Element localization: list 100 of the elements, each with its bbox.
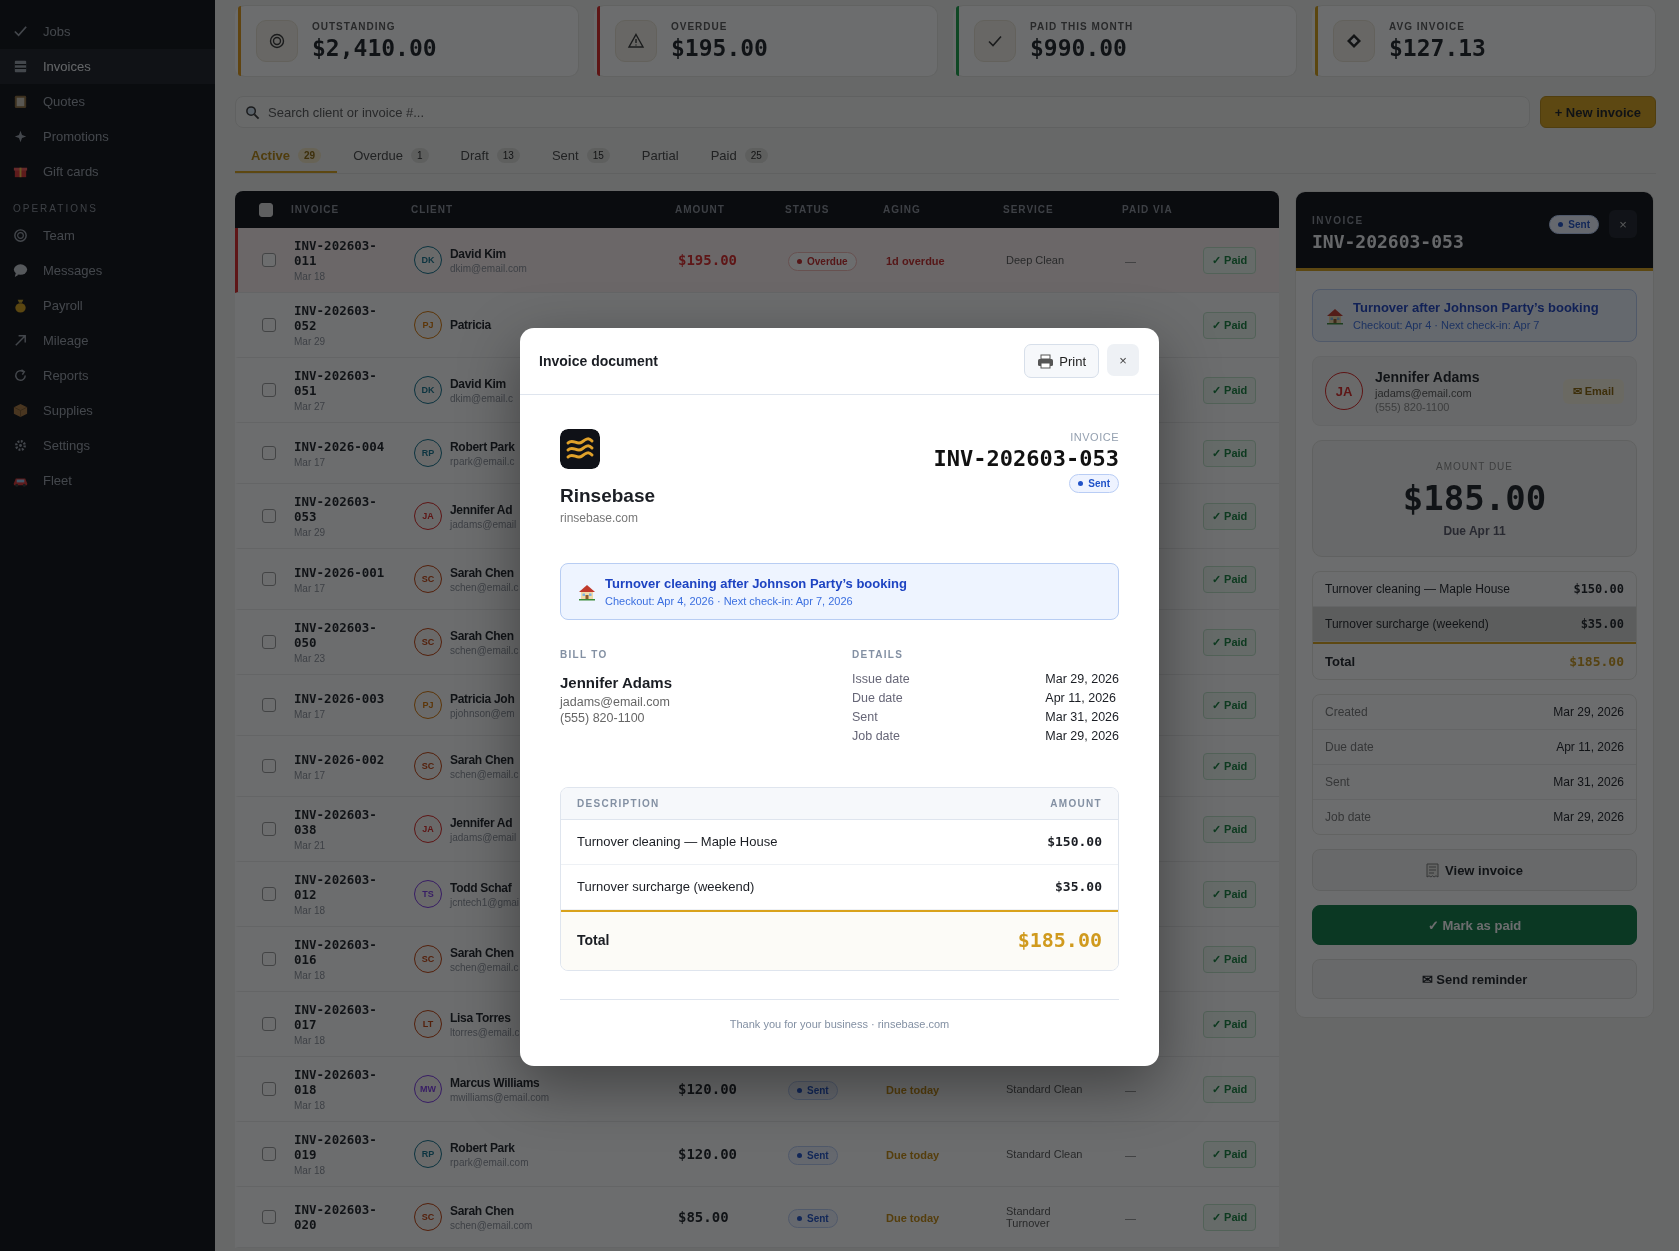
total-label: Total [1325, 654, 1356, 669]
client-avatar: JA [414, 502, 442, 530]
status-badge: Sent [1069, 474, 1119, 493]
paid-via: — [1125, 1084, 1136, 1096]
client-name: Jennifer Adams [1375, 369, 1481, 385]
status-badge: Overdue [788, 251, 857, 271]
column-header: DESCRIPTION [577, 798, 660, 809]
detail-label: Issue date [852, 672, 911, 686]
booking-title: Turnover after Johnson Party’s booking [1353, 300, 1599, 315]
client-name: Patricia [450, 318, 491, 332]
total-label: Total [577, 932, 610, 948]
stat-value: $195.00 [671, 35, 768, 61]
line-description: Turnover cleaning — Maple House [577, 834, 778, 849]
count-badge: 15 [586, 148, 610, 163]
invoice-number: INV-202603-038 [294, 807, 378, 837]
client-name: Marcus Williams [450, 1075, 541, 1090]
amount-due-value: $185.00 [1402, 478, 1547, 518]
client-name: Robert Park [450, 1140, 516, 1155]
client-avatar: JA [1325, 372, 1363, 410]
booking-dates: Checkout: Apr 4, 2026 · Next check-in: Apr 7, 2026 [605, 595, 854, 607]
detail-value: Mar 29, 2026 [1045, 729, 1119, 743]
invoice-number: INV-202603-018 [294, 1067, 378, 1097]
invoice-number: INV-202603-016 [294, 937, 378, 967]
line-description: Turnover surcharge (weekend) [577, 879, 755, 894]
document-label: INVOICE [1070, 431, 1119, 443]
status-badge: Sent [788, 1080, 838, 1100]
paid-via: — [1125, 255, 1136, 267]
total-amount: $185.00 [1017, 928, 1102, 952]
stat-value: $127.13 [1389, 35, 1486, 61]
client-phone: (555) 820-1100 [560, 711, 646, 725]
stat-label: OVERDUE [671, 21, 729, 32]
brand-name: Rinsebase [560, 485, 656, 507]
client-name: Patricia Joh [450, 691, 515, 706]
client-avatar: DK [414, 376, 442, 404]
client-name: Jennifer Adams [560, 674, 673, 691]
detail-label: Sent [852, 710, 879, 724]
client-email: jadams@email.com [560, 695, 671, 709]
client-avatar: SC [414, 752, 442, 780]
client-name: Sarah Chen [450, 628, 515, 643]
client-name: Lisa Torres [450, 1010, 512, 1025]
service-name: Deep Clean [1006, 254, 1066, 266]
invoice-number: INV-2026-002 [294, 751, 386, 767]
service-name: Standard Clean [1006, 1083, 1084, 1095]
count-badge: 13 [496, 148, 520, 163]
aging-text: Due today [886, 1212, 940, 1224]
date-value: Mar 29, 2026 [1553, 810, 1624, 824]
stat-value: $990.00 [1030, 35, 1128, 61]
client-name: Sarah Chen [450, 752, 515, 767]
detail-value: Apr 11, 2026 [1045, 691, 1117, 705]
total-amount: $185.00 [1569, 654, 1624, 669]
invoice-number: INV-202603-050 [294, 620, 378, 650]
stat-value: $2,410.00 [312, 35, 437, 61]
client-name: David Kim [450, 246, 507, 261]
client-name: Sarah Chen [450, 945, 515, 960]
count-badge: 29 [298, 148, 322, 163]
date-value: Apr 11, 2026 [1556, 740, 1624, 754]
client-avatar: MW [414, 1075, 442, 1103]
amount: $120.00 [678, 1081, 737, 1097]
amount: $85.00 [678, 1209, 729, 1225]
line-amount: $35.00 [1055, 879, 1102, 894]
line-item: Turnover surcharge (weekend) $35.00 [1313, 607, 1636, 642]
date-value: Mar 31, 2026 [1553, 775, 1624, 789]
paid-via: — [1125, 1149, 1136, 1161]
invoice-number: INV-2026-003 [294, 690, 386, 706]
invoice-number: INV-202603-053 [294, 494, 378, 524]
client-avatar: LT [414, 1010, 442, 1038]
status-badge: Sent [788, 1145, 838, 1165]
invoice-number: INV-2026-001 [294, 564, 386, 580]
client-name: Robert Park [450, 439, 515, 454]
invoice-number: INV-202603-011 [294, 238, 378, 268]
detail-value: Mar 31, 2026 [1045, 710, 1119, 724]
invoice-number: INV-202603-020 [294, 1202, 378, 1232]
stat-label: AVG INVOICE [1389, 21, 1466, 32]
client-name: David Kim [450, 376, 507, 391]
client-avatar: RP [414, 439, 442, 467]
stat-label: PAID THIS MONTH [1030, 21, 1134, 32]
status-badge: Sent [788, 1208, 838, 1228]
booking-dates: Checkout: Apr 4 · Next check-in: Apr 7 [1353, 319, 1541, 331]
amount: $195.00 [678, 252, 737, 268]
stat-label: OUTSTANDING [312, 21, 397, 32]
client-avatar: PJ [414, 311, 442, 339]
booking-title: Turnover cleaning after Johnson Party’s booking [605, 576, 907, 591]
invoice-number: INV-202603-019 [294, 1132, 378, 1162]
due-date: Due Apr 11 [1443, 524, 1506, 538]
client-name: Sarah Chen [450, 1203, 515, 1218]
invoice-number: INV-202603-017 [294, 1002, 378, 1032]
footer-note: Thank you for your business · rinsebase.com [560, 999, 1119, 1042]
aging-text: 1d overdue [886, 255, 945, 267]
count-badge: 1 [411, 148, 429, 163]
client-avatar: RP [414, 1140, 442, 1168]
line-amount: $150.00 [1047, 834, 1102, 849]
client-name: Jennifer Ad [450, 815, 514, 830]
invoice-number: INV-202603-052 [294, 303, 378, 333]
amount: $120.00 [678, 1146, 737, 1162]
date-value: Mar 29, 2026 [1553, 705, 1624, 719]
column-header: AMOUNT [1050, 798, 1102, 809]
client-avatar: SC [414, 945, 442, 973]
section-heading: BILL TO [560, 649, 609, 660]
client-avatar: JA [414, 815, 442, 843]
section-heading: DETAILS [852, 649, 905, 660]
